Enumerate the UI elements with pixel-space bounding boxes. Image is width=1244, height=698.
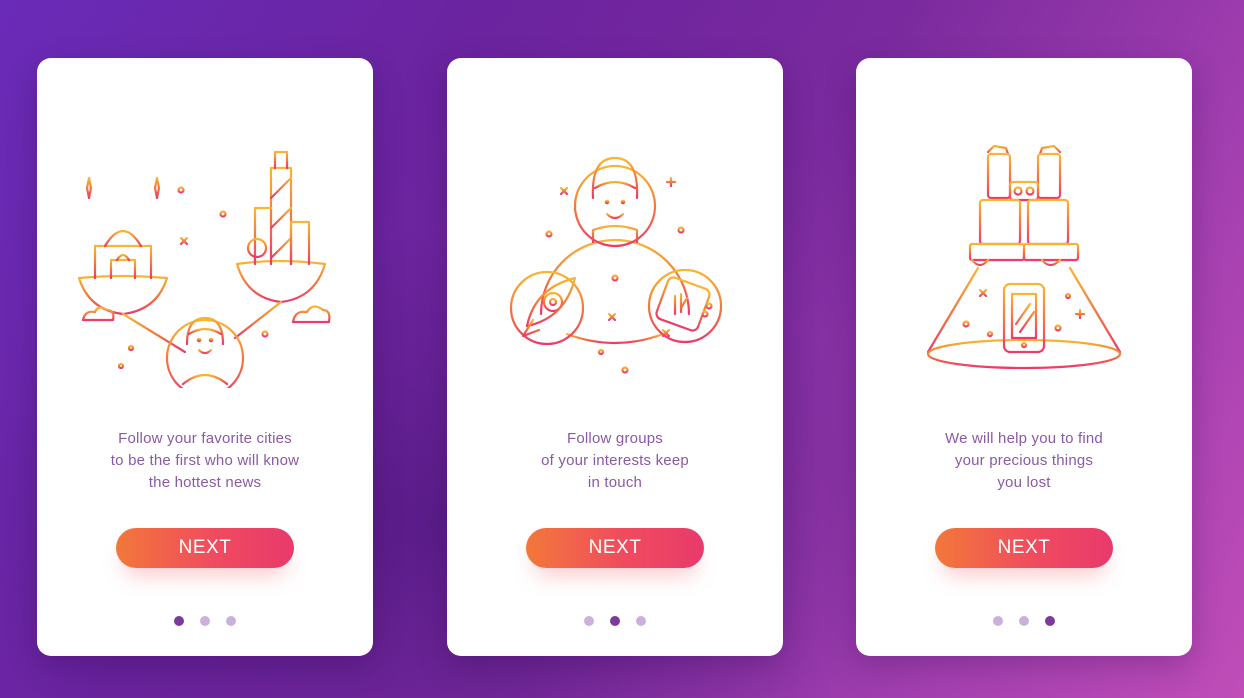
pagination-dot-1[interactable] [993,616,1003,626]
caption-line-3: you lost [997,474,1051,491]
pagination-dot-1[interactable] [174,616,184,626]
pagination-dots [37,616,373,626]
caption-line-2: of your interests keep [541,452,689,469]
onboarding-card-cities: Follow your favorite cities to be the fi… [37,58,373,656]
pagination-dots [856,616,1192,626]
pagination-dot-1[interactable] [584,616,594,626]
caption-line-2: to be the first who will know [110,452,300,469]
onboarding-card-groups: Follow groups of your interests keep in … [447,58,783,656]
cities-and-person-icon [77,142,331,388]
caption-line-3: in touch [587,474,643,491]
onboarding-card-find-things: We will help you to find your precious t… [856,58,1192,656]
pagination-dot-2[interactable] [610,616,620,626]
caption-line-1: Follow your favorite cities [118,430,292,447]
pagination-dot-3[interactable] [226,616,236,626]
pagination-dot-2[interactable] [1019,616,1029,626]
caption-line-1: We will help you to find [945,430,1103,447]
onboarding-caption: Follow your favorite cities to be the fi… [57,428,353,494]
caption-line-2: your precious things [954,452,1094,469]
next-button[interactable]: NEXT [526,528,704,568]
binoculars-finding-phone-icon [926,144,1122,370]
next-button[interactable]: NEXT [935,528,1113,568]
pagination-dot-3[interactable] [636,616,646,626]
caption-line-3: the hottest news [148,474,262,491]
onboarding-caption: Follow groups of your interests keep in … [467,428,763,494]
next-button[interactable]: NEXT [116,528,294,568]
caption-line-1: Follow groups [567,430,663,447]
pagination-dots [447,616,783,626]
pagination-dot-3[interactable] [1045,616,1055,626]
onboarding-caption: We will help you to find your precious t… [876,428,1172,494]
person-with-interest-groups-icon [509,156,723,374]
pagination-dot-2[interactable] [200,616,210,626]
